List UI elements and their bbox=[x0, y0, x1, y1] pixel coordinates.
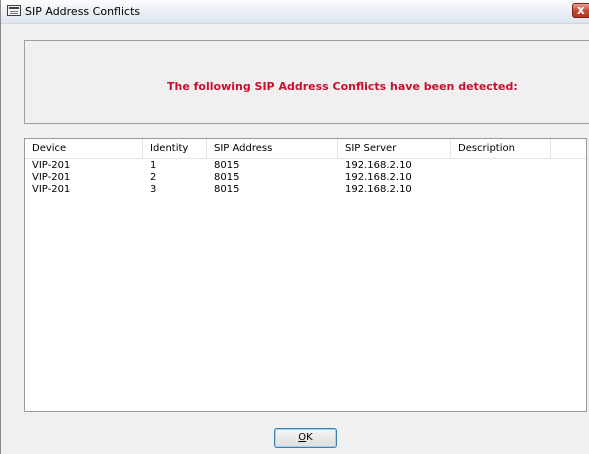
conflicts-list[interactable]: Device Identity SIP Address SIP Server D… bbox=[24, 138, 587, 412]
conflict-message: The following SIP Address Conflicts have… bbox=[167, 80, 518, 93]
cell-sip-server: 192.168.2.10 bbox=[345, 184, 412, 195]
cell-identity: 1 bbox=[150, 160, 157, 171]
cell-sip-server: 192.168.2.10 bbox=[345, 172, 412, 183]
ok-button-mnemonic: O bbox=[298, 432, 307, 443]
column-header-sip-address[interactable]: SIP Address bbox=[207, 139, 338, 158]
cell-identity: 3 bbox=[150, 184, 157, 195]
cell-device: VIP-201 bbox=[32, 160, 71, 171]
list-header: Device Identity SIP Address SIP Server D… bbox=[25, 139, 586, 159]
cell-sip-address: 8015 bbox=[214, 172, 240, 183]
close-icon: x bbox=[577, 3, 585, 17]
dialog-window: SIP Address Conflicts x The following SI… bbox=[0, 0, 589, 454]
cell-sip-address: 8015 bbox=[214, 160, 240, 171]
column-header-sip-server[interactable]: SIP Server bbox=[338, 139, 451, 158]
cell-device: VIP-201 bbox=[32, 172, 71, 183]
column-header-description[interactable]: Description bbox=[451, 139, 551, 158]
column-header-identity[interactable]: Identity bbox=[143, 139, 207, 158]
column-header-device[interactable]: Device bbox=[25, 139, 143, 158]
cell-sip-address: 8015 bbox=[214, 184, 240, 195]
table-row[interactable]: VIP-201 3 8015 192.168.2.10 bbox=[25, 184, 586, 196]
message-panel: The following SIP Address Conflicts have… bbox=[24, 40, 589, 124]
window-title: SIP Address Conflicts bbox=[25, 5, 141, 18]
table-row[interactable]: VIP-201 1 8015 192.168.2.10 bbox=[25, 160, 586, 172]
ok-button[interactable]: OK bbox=[274, 428, 337, 448]
window-icon bbox=[7, 5, 21, 16]
cell-sip-server: 192.168.2.10 bbox=[345, 160, 412, 171]
close-button[interactable]: x bbox=[572, 3, 589, 18]
cell-device: VIP-201 bbox=[32, 184, 71, 195]
table-row[interactable]: VIP-201 2 8015 192.168.2.10 bbox=[25, 172, 586, 184]
ok-button-label: K bbox=[306, 432, 313, 443]
cell-identity: 2 bbox=[150, 172, 157, 183]
title-bar[interactable]: SIP Address Conflicts x bbox=[1, 0, 589, 24]
